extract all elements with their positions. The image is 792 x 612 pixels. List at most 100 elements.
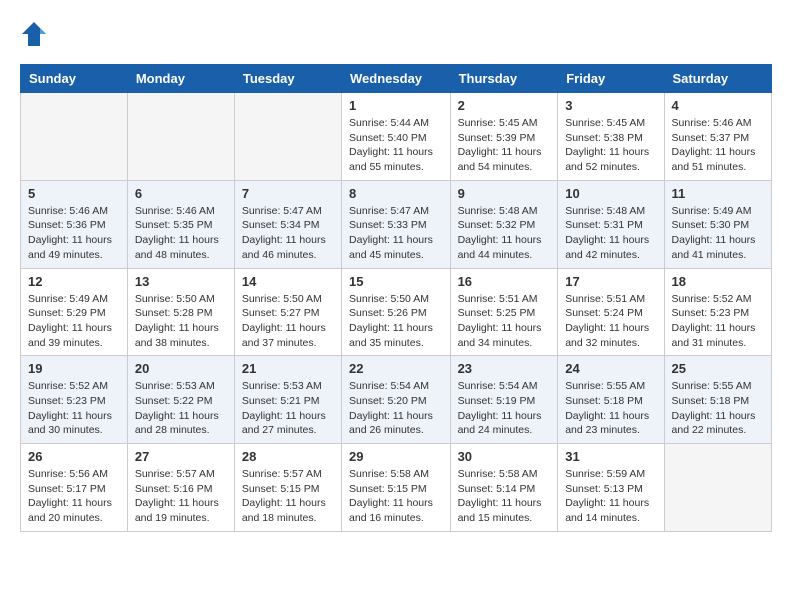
calendar-cell: 18 Sunrise: 5:52 AM Sunset: 5:23 PM Dayli… xyxy=(664,268,771,356)
day-info: Sunrise: 5:57 AM Sunset: 5:16 PM Dayligh… xyxy=(135,467,227,526)
day-number: 2 xyxy=(458,98,551,113)
day-info: Sunrise: 5:49 AM Sunset: 5:30 PM Dayligh… xyxy=(672,204,764,263)
day-number: 8 xyxy=(349,186,443,201)
day-number: 20 xyxy=(135,361,227,376)
day-info: Sunrise: 5:55 AM Sunset: 5:18 PM Dayligh… xyxy=(565,379,656,438)
day-info: Sunrise: 5:54 AM Sunset: 5:20 PM Dayligh… xyxy=(349,379,443,438)
calendar-cell: 19Sunrise: 5:52 AM Sunset: 5:23 PM Dayli… xyxy=(21,356,128,444)
day-info: Sunrise: 5:47 AM Sunset: 5:33 PM Dayligh… xyxy=(349,204,443,263)
day-info: Sunrise: 5:50 AM Sunset: 5:27 PM Dayligh… xyxy=(242,292,334,351)
calendar-cell: 31 Sunrise: 5:59 AM Sunset: 5:13 PM Dayli… xyxy=(558,444,664,532)
day-number: 30 xyxy=(458,449,551,464)
calendar-cell: 25 Sunrise: 5:55 AM Sunset: 5:18 PM Dayli… xyxy=(664,356,771,444)
calendar-cell: 21 Sunrise: 5:53 AM Sunset: 5:21 PM Dayli… xyxy=(234,356,341,444)
day-number: 22 xyxy=(349,361,443,376)
calendar-day-header: Thursday xyxy=(450,65,558,93)
day-info: Sunrise: 5:47 AM Sunset: 5:34 PM Dayligh… xyxy=(242,204,334,263)
day-number: 15 xyxy=(349,274,443,289)
calendar-week-row: 5 Sunrise: 5:46 AM Sunset: 5:36 PM Daylig… xyxy=(21,180,772,268)
day-number: 9 xyxy=(458,186,551,201)
day-info: Sunrise: 5:53 AM Sunset: 5:21 PM Dayligh… xyxy=(242,379,334,438)
calendar-day-header: Saturday xyxy=(664,65,771,93)
day-number: 3 xyxy=(565,98,656,113)
day-number: 17 xyxy=(565,274,656,289)
day-info: Sunrise: 5:57 AM Sunset: 5:15 PM Dayligh… xyxy=(242,467,334,526)
calendar-table: SundayMondayTuesdayWednesdayThursdayFrid… xyxy=(20,64,772,532)
calendar-cell xyxy=(127,93,234,181)
calendar-cell xyxy=(664,444,771,532)
calendar-cell: 17 Sunrise: 5:51 AM Sunset: 5:24 PM Dayli… xyxy=(558,268,664,356)
day-number: 6 xyxy=(135,186,227,201)
calendar-cell: 24Sunrise: 5:55 AM Sunset: 5:18 PM Dayli… xyxy=(558,356,664,444)
calendar-cell: 4 Sunrise: 5:46 AM Sunset: 5:37 PM Daylig… xyxy=(664,93,771,181)
calendar-cell: 12 Sunrise: 5:49 AM Sunset: 5:29 PM Dayli… xyxy=(21,268,128,356)
calendar-cell: 29Sunrise: 5:58 AM Sunset: 5:15 PM Dayli… xyxy=(342,444,451,532)
day-number: 21 xyxy=(242,361,334,376)
day-info: Sunrise: 5:54 AM Sunset: 5:19 PM Dayligh… xyxy=(458,379,551,438)
day-info: Sunrise: 5:46 AM Sunset: 5:35 PM Dayligh… xyxy=(135,204,227,263)
calendar-cell: 11 Sunrise: 5:49 AM Sunset: 5:30 PM Dayli… xyxy=(664,180,771,268)
calendar-cell: 8 Sunrise: 5:47 AM Sunset: 5:33 PM Daylig… xyxy=(342,180,451,268)
day-number: 23 xyxy=(458,361,551,376)
day-info: Sunrise: 5:46 AM Sunset: 5:37 PM Dayligh… xyxy=(672,116,764,175)
day-info: Sunrise: 5:52 AM Sunset: 5:23 PM Dayligh… xyxy=(672,292,764,351)
day-info: Sunrise: 5:58 AM Sunset: 5:15 PM Dayligh… xyxy=(349,467,443,526)
day-number: 5 xyxy=(28,186,120,201)
calendar-cell: 13 Sunrise: 5:50 AM Sunset: 5:28 PM Dayli… xyxy=(127,268,234,356)
day-number: 7 xyxy=(242,186,334,201)
calendar-cell: 27Sunrise: 5:57 AM Sunset: 5:16 PM Dayli… xyxy=(127,444,234,532)
day-info: Sunrise: 5:46 AM Sunset: 5:36 PM Dayligh… xyxy=(28,204,120,263)
day-number: 12 xyxy=(28,274,120,289)
day-number: 25 xyxy=(672,361,764,376)
day-info: Sunrise: 5:50 AM Sunset: 5:28 PM Dayligh… xyxy=(135,292,227,351)
calendar-week-row: 19Sunrise: 5:52 AM Sunset: 5:23 PM Dayli… xyxy=(21,356,772,444)
calendar-cell: 2 Sunrise: 5:45 AM Sunset: 5:39 PM Daylig… xyxy=(450,93,558,181)
calendar-cell: 22 Sunrise: 5:54 AM Sunset: 5:20 PM Dayli… xyxy=(342,356,451,444)
day-info: Sunrise: 5:51 AM Sunset: 5:25 PM Dayligh… xyxy=(458,292,551,351)
calendar-cell xyxy=(234,93,341,181)
calendar-day-header: Sunday xyxy=(21,65,128,93)
day-info: Sunrise: 5:48 AM Sunset: 5:31 PM Dayligh… xyxy=(565,204,656,263)
day-info: Sunrise: 5:50 AM Sunset: 5:26 PM Dayligh… xyxy=(349,292,443,351)
day-number: 19 xyxy=(28,361,120,376)
calendar-cell: 10Sunrise: 5:48 AM Sunset: 5:31 PM Dayli… xyxy=(558,180,664,268)
calendar-cell xyxy=(21,93,128,181)
calendar-header-row: SundayMondayTuesdayWednesdayThursdayFrid… xyxy=(21,65,772,93)
day-number: 4 xyxy=(672,98,764,113)
day-number: 11 xyxy=(672,186,764,201)
day-info: Sunrise: 5:45 AM Sunset: 5:39 PM Dayligh… xyxy=(458,116,551,175)
day-number: 31 xyxy=(565,449,656,464)
calendar-cell: 5 Sunrise: 5:46 AM Sunset: 5:36 PM Daylig… xyxy=(21,180,128,268)
day-info: Sunrise: 5:58 AM Sunset: 5:14 PM Dayligh… xyxy=(458,467,551,526)
calendar-cell: 3 Sunrise: 5:45 AM Sunset: 5:38 PM Daylig… xyxy=(558,93,664,181)
day-number: 18 xyxy=(672,274,764,289)
calendar-day-header: Tuesday xyxy=(234,65,341,93)
day-number: 16 xyxy=(458,274,551,289)
day-number: 28 xyxy=(242,449,334,464)
page-header xyxy=(20,20,772,48)
calendar-cell: 7 Sunrise: 5:47 AM Sunset: 5:34 PM Daylig… xyxy=(234,180,341,268)
calendar-day-header: Monday xyxy=(127,65,234,93)
logo-icon xyxy=(20,20,48,48)
day-number: 13 xyxy=(135,274,227,289)
calendar-cell: 23 Sunrise: 5:54 AM Sunset: 5:19 PM Dayli… xyxy=(450,356,558,444)
calendar-week-row: 12 Sunrise: 5:49 AM Sunset: 5:29 PM Dayli… xyxy=(21,268,772,356)
calendar-cell: 6 Sunrise: 5:46 AM Sunset: 5:35 PM Daylig… xyxy=(127,180,234,268)
calendar-cell: 14 Sunrise: 5:50 AM Sunset: 5:27 PM Dayli… xyxy=(234,268,341,356)
calendar-week-row: 1Sunrise: 5:44 AM Sunset: 5:40 PM Daylig… xyxy=(21,93,772,181)
day-info: Sunrise: 5:49 AM Sunset: 5:29 PM Dayligh… xyxy=(28,292,120,351)
day-info: Sunrise: 5:53 AM Sunset: 5:22 PM Dayligh… xyxy=(135,379,227,438)
day-info: Sunrise: 5:59 AM Sunset: 5:13 PM Dayligh… xyxy=(565,467,656,526)
day-info: Sunrise: 5:55 AM Sunset: 5:18 PM Dayligh… xyxy=(672,379,764,438)
day-info: Sunrise: 5:45 AM Sunset: 5:38 PM Dayligh… xyxy=(565,116,656,175)
logo xyxy=(20,20,52,48)
day-number: 14 xyxy=(242,274,334,289)
calendar-cell: 1Sunrise: 5:44 AM Sunset: 5:40 PM Daylig… xyxy=(342,93,451,181)
calendar-cell: 9Sunrise: 5:48 AM Sunset: 5:32 PM Daylig… xyxy=(450,180,558,268)
calendar-cell: 26Sunrise: 5:56 AM Sunset: 5:17 PM Dayli… xyxy=(21,444,128,532)
calendar-day-header: Wednesday xyxy=(342,65,451,93)
calendar-cell: 15 Sunrise: 5:50 AM Sunset: 5:26 PM Dayli… xyxy=(342,268,451,356)
calendar-day-header: Friday xyxy=(558,65,664,93)
calendar-cell: 20 Sunrise: 5:53 AM Sunset: 5:22 PM Dayli… xyxy=(127,356,234,444)
day-info: Sunrise: 5:51 AM Sunset: 5:24 PM Dayligh… xyxy=(565,292,656,351)
